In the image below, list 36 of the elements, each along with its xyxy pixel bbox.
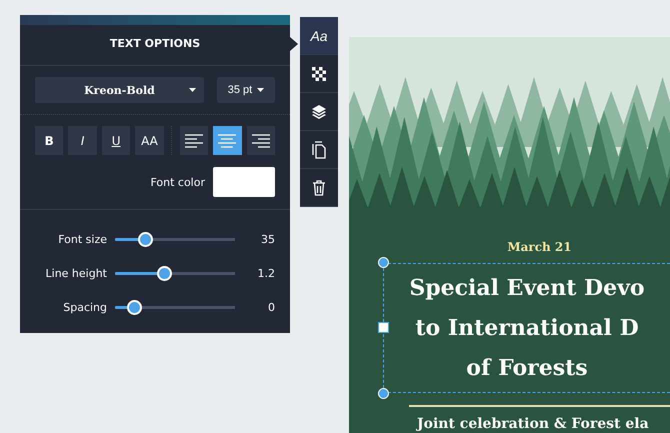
slider-thumb[interactable] xyxy=(138,232,153,246)
toolbar-button[interactable]: Aa xyxy=(300,17,338,55)
font-color-swatch[interactable] xyxy=(213,167,275,197)
slider-label: Spacing xyxy=(62,300,107,314)
slider-thumb[interactable] xyxy=(127,300,142,314)
font-color-label: Font color xyxy=(150,176,205,188)
style-button[interactable]: AA xyxy=(135,126,164,155)
slider-value: 35 xyxy=(260,232,275,246)
slider-label: Line height xyxy=(44,266,107,280)
style-button[interactable]: I xyxy=(68,126,97,155)
align-button[interactable] xyxy=(246,126,276,155)
caret-icon xyxy=(257,88,264,92)
slider-value: 0 xyxy=(267,300,275,314)
resize-handle[interactable] xyxy=(378,322,389,333)
slider-value: 1.2 xyxy=(256,266,275,280)
trash-icon xyxy=(312,180,326,196)
event-date: March 21 xyxy=(506,240,573,254)
caret-icon xyxy=(189,88,196,92)
align-button[interactable] xyxy=(180,126,208,155)
slider-label: Font size xyxy=(57,232,107,246)
headline-line: Special Event Devo xyxy=(408,274,646,303)
panel-title: TEXT OPTIONS xyxy=(20,25,290,66)
align-right-icon xyxy=(250,134,271,148)
layers-icon xyxy=(311,104,327,120)
font-dropdown[interactable]: Kreon-Bold xyxy=(35,77,204,103)
copy-icon xyxy=(312,140,326,158)
size-dropdown[interactable]: 35 pt xyxy=(217,77,275,103)
poster-subtitle: Joint celebration & Forest ela xyxy=(417,416,650,432)
headline-line: to International D xyxy=(414,314,640,343)
style-button[interactable]: U xyxy=(102,126,130,155)
slider-thumb[interactable] xyxy=(157,266,172,280)
checkerboard-icon xyxy=(312,66,326,80)
align-center-icon xyxy=(217,134,238,148)
headline-line: of Forests xyxy=(465,354,589,383)
align-left-icon xyxy=(184,134,204,148)
style-button[interactable]: B xyxy=(35,126,64,155)
